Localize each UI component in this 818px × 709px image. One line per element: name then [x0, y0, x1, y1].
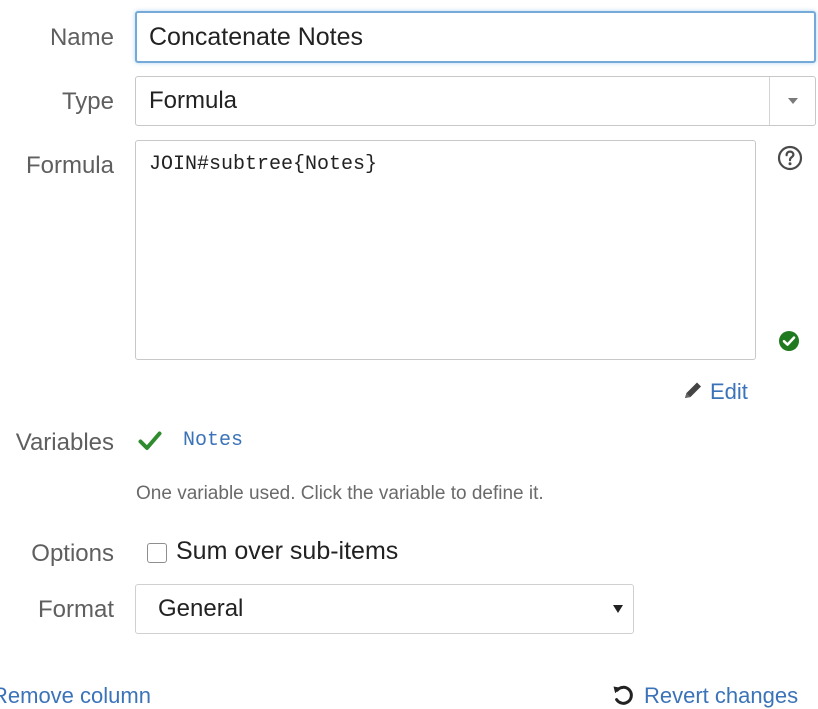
formula-textarea[interactable]: JOIN#subtree{Notes}: [135, 140, 756, 360]
format-select-value: General: [158, 595, 244, 622]
chevron-down-icon: [788, 98, 798, 104]
formula-label: Formula: [25, 152, 114, 179]
revert-changes-link[interactable]: Revert changes: [612, 683, 798, 709]
options-label: Options: [31, 540, 114, 567]
checkmark-icon: [138, 430, 162, 452]
format-label: Format: [37, 596, 114, 623]
sum-over-subitems-checkbox[interactable]: [147, 543, 167, 563]
sum-over-subitems-label[interactable]: Sum over sub-items: [176, 537, 398, 566]
type-select-value: Formula: [149, 87, 238, 114]
type-label: Type: [61, 88, 114, 115]
check-circle-icon: [778, 330, 800, 352]
edit-link[interactable]: Edit: [682, 379, 748, 405]
name-label: Name: [49, 24, 114, 51]
undo-icon: [613, 685, 633, 705]
variables-help-text: One variable used. Click the variable to…: [136, 483, 544, 504]
pencil-icon: [685, 382, 701, 398]
remove-column-link[interactable]: Remove column: [0, 683, 151, 709]
question-circle-icon[interactable]: [777, 145, 803, 171]
variable-notes-link[interactable]: Notes: [183, 429, 243, 452]
variables-label: Variables: [15, 429, 114, 456]
type-select[interactable]: Formula: [135, 76, 816, 126]
revert-changes-label: Revert changes: [644, 683, 799, 708]
format-select[interactable]: General: [135, 584, 634, 634]
edit-link-label: Edit: [710, 379, 748, 404]
chevron-down-icon: [613, 605, 623, 613]
name-input[interactable]: [135, 11, 816, 63]
type-select-toggle[interactable]: [769, 77, 815, 125]
